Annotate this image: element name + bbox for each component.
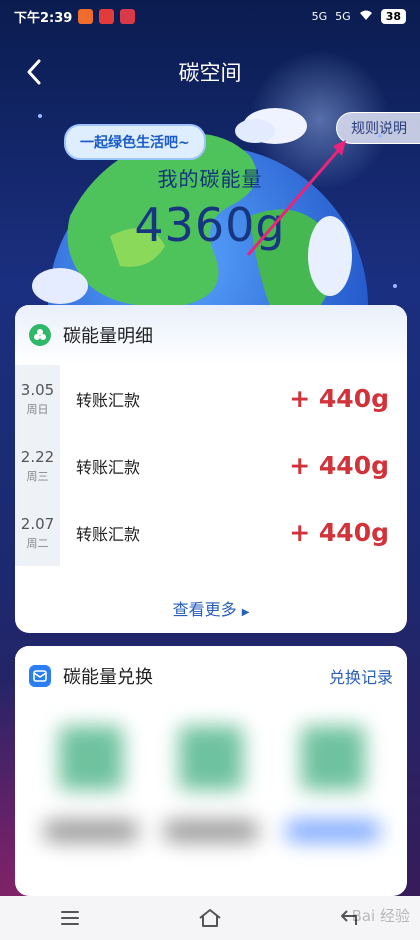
item-weekday: 周二: [26, 536, 49, 550]
watermark-text: Bai 经验: [351, 907, 410, 925]
signal-label-1: 5G: [311, 9, 328, 23]
date-cell: 2.22 周三: [15, 432, 60, 499]
back-button[interactable]: [16, 54, 52, 90]
item-name: 转账汇款: [76, 457, 141, 477]
energy-label: 我的碳能量: [157, 167, 263, 191]
menu-button[interactable]: [50, 903, 90, 933]
details-header: 碳能量明细: [15, 305, 407, 365]
signal-label-2: 5G: [335, 9, 351, 23]
app-notification-icon: [99, 8, 115, 24]
details-title: 碳能量明细: [63, 326, 153, 347]
battery-indicator: 38: [380, 8, 406, 24]
status-time: 下午2:39: [14, 10, 73, 26]
energy-value: 4360g: [134, 198, 286, 252]
item-name: 转账汇款: [76, 390, 141, 410]
envelope-icon: [29, 665, 51, 687]
date-cell: 2.07 周二: [15, 499, 60, 566]
list-item[interactable]: 2.22 周三 转账汇款 + 440g: [15, 432, 407, 499]
item-date: 3.05: [20, 380, 55, 399]
weibo-app-icon: [78, 8, 94, 24]
reward-item: [161, 706, 261, 842]
navigation-bar: 碳空间: [0, 48, 420, 96]
slogan-bubble: 一起绿色生活吧~: [64, 124, 206, 160]
wifi-icon: [359, 9, 373, 24]
item-amount: + 440g: [289, 384, 389, 413]
chevron-left-icon: [27, 59, 41, 85]
list-item[interactable]: 2.07 周二 转账汇款 + 440g: [15, 499, 407, 566]
exchange-header: 碳能量兑换 兑换记录: [15, 646, 407, 706]
list-item[interactable]: 3.05 周日 转账汇款 + 440g: [15, 365, 407, 432]
view-more-link[interactable]: 查看更多 ▶: [15, 596, 407, 620]
status-bar: 下午2:39 5G 5G 38: [0, 0, 420, 32]
view-more-label: 查看更多: [172, 600, 237, 619]
exchange-title: 碳能量兑换: [63, 667, 153, 688]
item-amount: + 440g: [289, 451, 389, 480]
exchange-records-link[interactable]: 兑换记录: [329, 664, 393, 688]
menu-icon: [61, 911, 79, 925]
news-app-icon: [120, 8, 136, 24]
item-weekday: 周三: [26, 469, 49, 483]
date-cell: 3.05 周日: [15, 365, 60, 432]
item-date: 2.22: [20, 447, 55, 466]
reward-item: [41, 706, 141, 842]
item-amount: + 440g: [289, 518, 389, 547]
home-button[interactable]: [190, 903, 230, 933]
page-title: 碳空间: [178, 61, 242, 85]
home-icon: [199, 909, 221, 927]
item-name: 转账汇款: [76, 524, 141, 544]
reward-item: [283, 706, 383, 842]
blurred-rewards: [15, 706, 407, 896]
clover-icon: [29, 324, 51, 346]
energy-details-card: 碳能量明细 3.05 周日 转账汇款 + 440g 2.22 周三 转账汇款 +…: [15, 305, 407, 633]
item-date: 2.07: [20, 514, 55, 533]
triangle-right-icon: ▶: [241, 607, 250, 618]
energy-exchange-card: 碳能量兑换 兑换记录: [15, 646, 407, 896]
details-list: 3.05 周日 转账汇款 + 440g 2.22 周三 转账汇款 + 440g …: [15, 365, 407, 566]
item-weekday: 周日: [26, 402, 49, 416]
